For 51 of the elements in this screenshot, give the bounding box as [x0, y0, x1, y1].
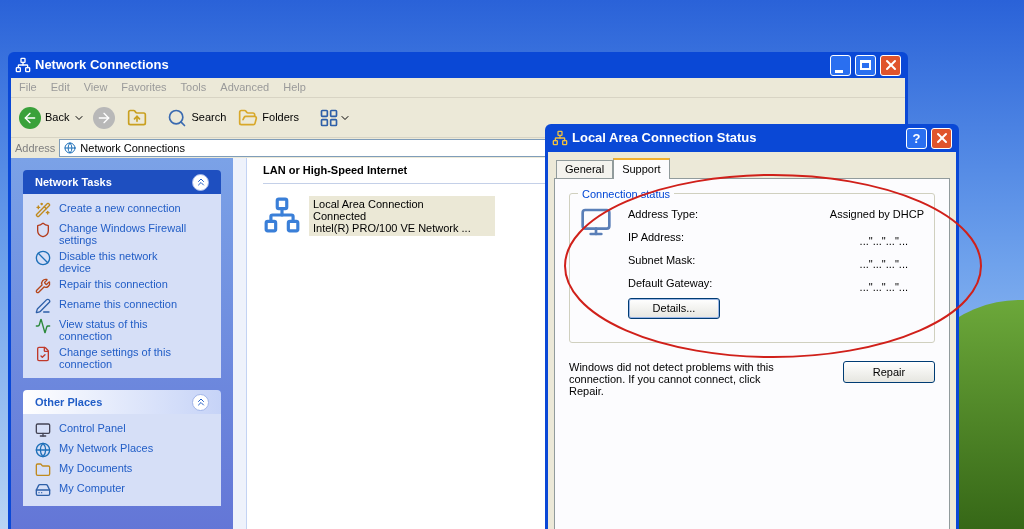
collapse-button[interactable]: [192, 173, 209, 191]
status-value: Assigned by DHCP: [829, 207, 924, 220]
task-link[interactable]: Create a new connection: [59, 202, 189, 214]
wizard-icon: [35, 202, 51, 218]
help-button[interactable]: ?: [906, 127, 927, 149]
details-button[interactable]: Details...: [628, 298, 720, 319]
task-link[interactable]: Change settings of this connection: [59, 346, 189, 370]
connection-status: Connected: [313, 209, 368, 222]
status-value: ..."..."..."...: [859, 234, 909, 243]
connection-name: Local Area Connection: [313, 197, 425, 210]
repair-button[interactable]: Repair: [843, 361, 935, 383]
tab[interactable]: General: [556, 160, 614, 178]
status-label: Default Gateway:: [628, 276, 713, 289]
task-link[interactable]: My Computer: [59, 482, 189, 494]
globe-icon: [64, 142, 77, 154]
minimize-button[interactable]: [830, 54, 851, 76]
disable-icon: [35, 250, 51, 266]
task-link[interactable]: Change Windows Firewall settings: [59, 222, 189, 246]
task-link[interactable]: My Documents: [59, 462, 189, 474]
folder-icon: [238, 107, 259, 128]
task-link[interactable]: My Network Places: [59, 442, 189, 454]
repair-message: Windows did not detect problems with this connection. If you cannot connect, click Repair.: [569, 361, 775, 397]
task-link[interactable]: Control Panel: [59, 422, 189, 434]
back-button[interactable]: Back: [19, 106, 86, 129]
status-value: ..."..."..."...: [859, 280, 909, 289]
firewall-icon: [35, 222, 51, 238]
panel-title: Other Places: [35, 394, 103, 410]
task-link[interactable]: Rename this connection: [59, 298, 189, 310]
connection-device: Intel(R) PRO/100 VE Network ...: [313, 221, 472, 234]
folders-button[interactable]: Folders: [238, 107, 299, 128]
window-title: Network Connections: [35, 56, 170, 75]
views-button[interactable]: [319, 107, 351, 128]
task-link[interactable]: Disable this network device: [59, 250, 189, 274]
rename-icon: [35, 298, 51, 314]
views-icon: [319, 107, 339, 128]
close-button[interactable]: [931, 127, 952, 149]
close-button[interactable]: [880, 54, 901, 76]
task-link[interactable]: Repair this connection: [59, 278, 189, 290]
task-link[interactable]: View status of this connection: [59, 318, 189, 342]
status-value: ..."..."..."...: [859, 257, 909, 266]
search-button[interactable]: Search: [167, 107, 227, 128]
status-label: IP Address:: [628, 230, 685, 243]
repair-icon: [35, 278, 51, 294]
status-label: Subnet Mask:: [628, 253, 696, 266]
connection-item[interactable]: Local Area Connection Connected Intel(R) PRO/100 VE Network ...: [309, 195, 495, 236]
address-label: Address: [15, 140, 56, 156]
tab[interactable]: Support: [613, 158, 670, 179]
status-label: Address Type:: [628, 207, 699, 220]
search-icon: [167, 107, 188, 128]
maximize-button[interactable]: [855, 54, 876, 76]
panel-title: Network Tasks: [35, 174, 112, 190]
